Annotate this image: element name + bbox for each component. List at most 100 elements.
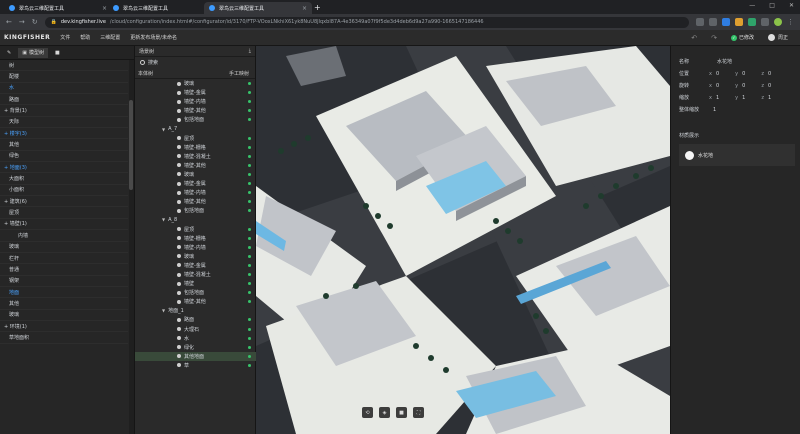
tree-node[interactable]: 墙壁-其他 [135,106,256,115]
extension-icon[interactable] [748,18,756,26]
scrollbar-thumb[interactable] [129,100,133,190]
new-tab-icon[interactable]: + [314,3,321,12]
user-menu[interactable]: 周正 [767,34,788,41]
tree-node[interactable]: 玻璃 [135,252,256,261]
tree-group[interactable]: ▼ A_8 [135,215,256,224]
tree-node[interactable]: 包括地面 [135,115,256,124]
visibility-icon[interactable] [177,263,181,268]
tree-node[interactable]: 路面 [135,315,256,324]
url-input[interactable]: 🔒 dev.kingfisher.live/cloud/configuratio… [44,16,689,28]
category-item[interactable]: 路面 [0,94,128,106]
tree-group[interactable]: ▼ 地面_1 [135,306,256,315]
tree-node[interactable]: 墙壁 [135,279,256,288]
tree-node[interactable]: 墙壁-金属 [135,261,256,270]
category-item[interactable]: 大面积 [0,173,128,185]
tree-group[interactable]: ▼ A_7 [135,124,256,133]
category-item[interactable]: + 建筑(6) [0,196,128,208]
scale-x[interactable]: 1 [716,95,719,101]
tree-node[interactable]: 墙壁-内墙 [135,188,256,197]
3d-viewport[interactable]: ⟲ ◈ ■ ⛶ [256,46,670,434]
tree-node[interactable]: 玻璃 [135,79,256,88]
caret-down-icon[interactable]: ▼ [162,217,165,222]
camera-icon[interactable]: ■ [396,407,407,418]
visibility-icon[interactable] [177,272,181,277]
extension-icon[interactable] [722,18,730,26]
tree-node[interactable]: 墙壁-金属 [135,179,256,188]
visibility-icon[interactable] [177,81,181,86]
menu-file[interactable]: 文件 [60,34,70,41]
visibility-icon[interactable] [177,163,181,168]
category-item[interactable]: 天际 [0,117,128,129]
tree-node[interactable]: 玻璃 [135,170,256,179]
tree-node[interactable]: 墙壁-金属 [135,88,256,97]
close-icon[interactable]: × [302,5,307,12]
share-icon[interactable] [696,18,704,26]
layers-icon[interactable]: ◈ [379,407,390,418]
category-item[interactable]: 其他 [0,298,128,310]
visibility-icon[interactable] [177,336,181,341]
category-item[interactable]: + 墙壁(1) [0,219,128,231]
tree-node[interactable]: 墙壁-内墙 [135,243,256,252]
category-item[interactable]: 草地面积 [0,332,128,344]
caret-down-icon[interactable]: ▼ [162,127,165,132]
visibility-icon[interactable] [177,190,181,195]
visibility-icon[interactable] [177,281,181,286]
category-item[interactable]: 普通 [0,264,128,276]
category-item[interactable]: 树 [0,60,128,72]
reload-icon[interactable]: ↻ [32,18,38,26]
undo-icon[interactable]: ↶ [691,34,697,42]
category-item[interactable]: 玻璃 [0,310,128,321]
caret-down-icon[interactable]: ▼ [162,308,165,313]
visibility-icon[interactable] [177,154,181,159]
tree-node[interactable]: 大理石 [135,325,256,334]
star-icon[interactable] [709,18,717,26]
rotation-z[interactable]: 0 [768,83,771,89]
visibility-icon[interactable] [177,145,181,150]
save-status-button[interactable]: ✓ 已修改 [730,34,754,41]
category-item[interactable]: 绿色 [0,151,128,163]
visibility-icon[interactable] [177,90,181,95]
fullscreen-icon[interactable]: ⛶ [413,407,424,418]
category-item[interactable]: + 环境(1) [0,321,128,333]
category-item[interactable]: 其他 [0,139,128,151]
visibility-icon[interactable] [177,354,181,359]
tree-node[interactable]: 墙壁-其他 [135,197,256,206]
tree-node[interactable]: 墙壁-混凝土 [135,152,256,161]
position-y[interactable]: 0 [742,71,745,77]
extension-icon[interactable] [735,18,743,26]
category-item[interactable]: 小面积 [0,185,128,197]
visibility-icon[interactable] [177,236,181,241]
material-card[interactable]: 水花地 [679,144,795,166]
visibility-icon[interactable] [177,108,181,113]
visibility-icon[interactable] [177,327,181,332]
visibility-icon[interactable] [177,345,181,350]
category-item[interactable]: 内墙 [0,230,128,242]
scale-y[interactable]: 1 [742,95,745,101]
category-item[interactable]: 配楼 [0,71,128,83]
tree-node[interactable]: 水 [135,334,256,343]
category-item[interactable]: 水 [0,83,128,95]
menu-publish-scene[interactable]: 更新发布场景/未命名 [130,34,177,41]
browser-tab[interactable]: 翠鸟云三维配置工具 × [4,2,112,14]
puzzle-icon[interactable] [761,18,769,26]
menu-3d-config[interactable]: 三维配置 [100,34,120,41]
tree-node[interactable]: 绿化 [135,343,256,352]
tree-search[interactable]: 搜索 [135,57,255,68]
visibility-icon[interactable] [177,299,181,304]
visibility-icon[interactable] [177,136,181,141]
category-item[interactable]: + 楼宇(3) [0,128,128,140]
visibility-icon[interactable] [177,99,181,104]
name-value[interactable]: 水花地 [717,58,732,65]
minimize-icon[interactable]: — [749,2,755,9]
visibility-icon[interactable] [177,117,181,122]
tree-node[interactable]: 其他地面 [135,351,256,361]
tree-node[interactable]: 包括地面 [135,288,256,297]
visibility-icon[interactable] [177,227,181,232]
download-icon[interactable]: ⤓ [249,48,251,54]
tree-node[interactable]: 墙壁-其他 [135,161,256,170]
tree-node[interactable]: 包括地面 [135,206,256,215]
profile-avatar[interactable] [774,18,782,26]
forward-arrow-icon[interactable]: → [19,18,25,26]
browser-tab[interactable]: 翠鸟云三维配置工具 × [108,2,216,14]
window-close-icon[interactable]: ✕ [789,2,794,9]
